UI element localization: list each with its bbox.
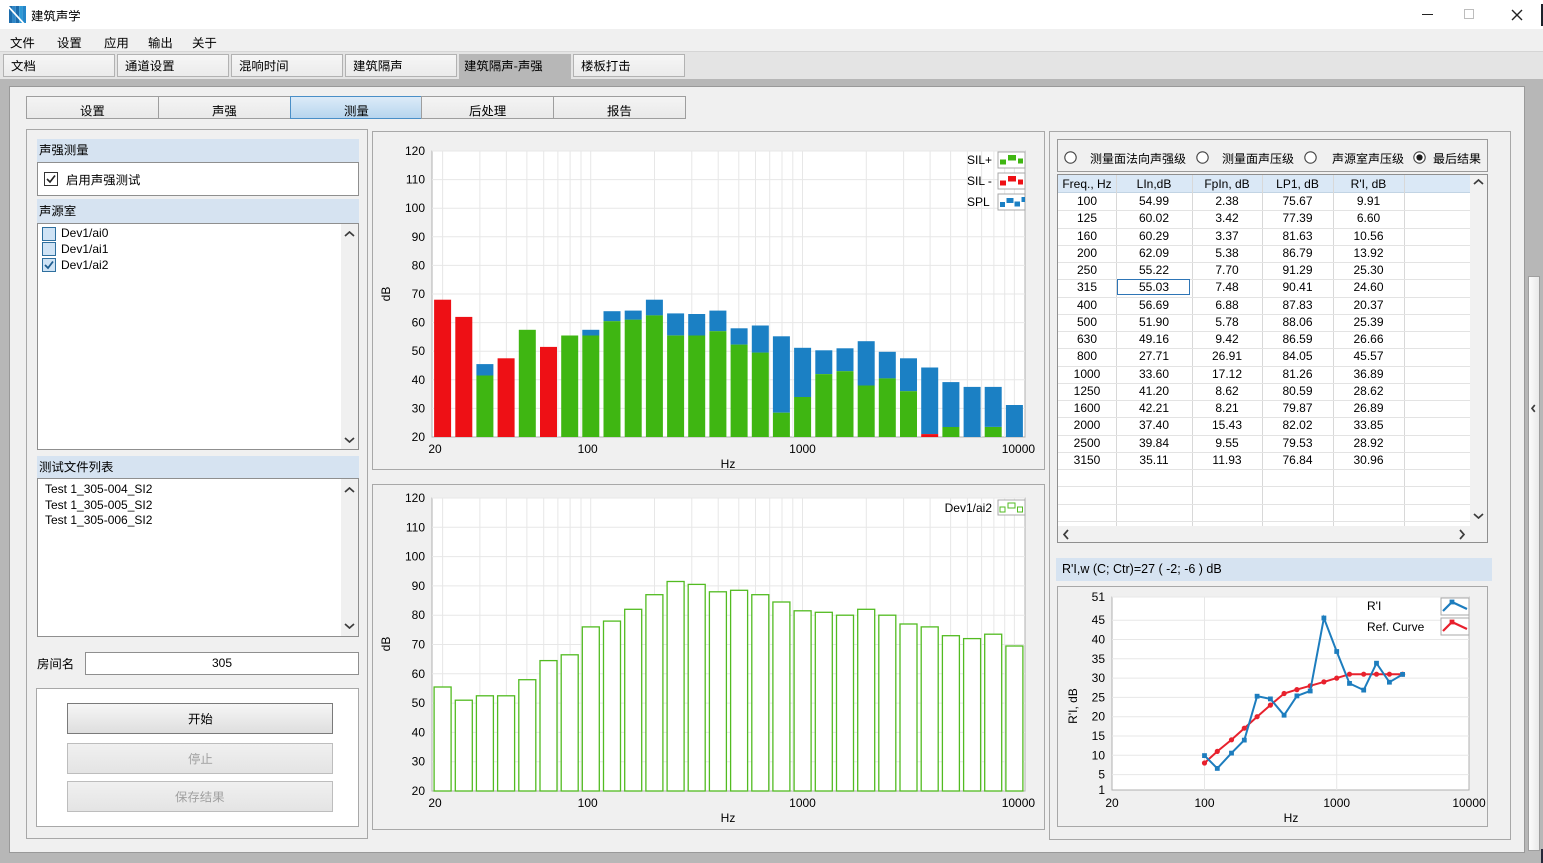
svg-text:1000: 1000 bbox=[789, 442, 816, 456]
svg-text:10000: 10000 bbox=[1452, 796, 1486, 810]
svg-text:20: 20 bbox=[1092, 710, 1106, 724]
svg-text:90: 90 bbox=[412, 579, 426, 593]
svg-text:120: 120 bbox=[405, 491, 425, 505]
svg-text:15: 15 bbox=[1092, 729, 1106, 743]
svg-text:80: 80 bbox=[412, 258, 426, 272]
svg-text:Hz: Hz bbox=[721, 811, 736, 825]
svg-text:100: 100 bbox=[578, 442, 598, 456]
svg-text:SPL: SPL bbox=[967, 195, 990, 209]
svg-text:dB: dB bbox=[379, 287, 393, 302]
svg-text:20: 20 bbox=[412, 430, 426, 444]
svg-text:51: 51 bbox=[1092, 590, 1106, 604]
svg-text:Ref. Curve: Ref. Curve bbox=[1367, 620, 1425, 634]
svg-text:50: 50 bbox=[412, 696, 426, 710]
svg-text:70: 70 bbox=[412, 638, 426, 652]
svg-text:25: 25 bbox=[1092, 690, 1106, 704]
svg-text:100: 100 bbox=[578, 796, 598, 810]
svg-text:110: 110 bbox=[406, 520, 425, 534]
svg-text:30: 30 bbox=[412, 755, 426, 769]
svg-text:10: 10 bbox=[1092, 748, 1106, 762]
svg-text:R'I, dB: R'I, dB bbox=[1066, 688, 1080, 724]
svg-text:40: 40 bbox=[1092, 633, 1106, 647]
svg-text:1000: 1000 bbox=[789, 796, 816, 810]
svg-text:40: 40 bbox=[412, 725, 426, 739]
svg-text:R'I: R'I bbox=[1367, 599, 1381, 613]
svg-text:SIL+: SIL+ bbox=[967, 153, 992, 167]
svg-text:80: 80 bbox=[412, 608, 426, 622]
svg-text:40: 40 bbox=[412, 373, 426, 387]
svg-text:10000: 10000 bbox=[1002, 442, 1036, 456]
svg-text:60: 60 bbox=[412, 316, 426, 330]
svg-text:100: 100 bbox=[1194, 796, 1214, 810]
svg-text:30: 30 bbox=[1092, 671, 1106, 685]
svg-text:10000: 10000 bbox=[1002, 796, 1036, 810]
svg-text:5: 5 bbox=[1098, 768, 1105, 782]
svg-text:120: 120 bbox=[405, 144, 425, 158]
svg-text:Hz: Hz bbox=[721, 457, 736, 470]
svg-text:20: 20 bbox=[1105, 796, 1119, 810]
svg-text:20: 20 bbox=[428, 442, 442, 456]
svg-text:60: 60 bbox=[412, 667, 426, 681]
svg-text:50: 50 bbox=[412, 344, 426, 358]
svg-text:20: 20 bbox=[412, 784, 426, 798]
svg-text:110: 110 bbox=[406, 173, 425, 187]
svg-text:20: 20 bbox=[428, 796, 442, 810]
svg-text:30: 30 bbox=[412, 401, 426, 415]
svg-text:1000: 1000 bbox=[1323, 796, 1350, 810]
svg-text:90: 90 bbox=[412, 230, 426, 244]
svg-text:dB: dB bbox=[379, 637, 393, 652]
svg-text:Dev1/ai2: Dev1/ai2 bbox=[945, 501, 993, 515]
svg-text:100: 100 bbox=[405, 201, 425, 215]
svg-text:100: 100 bbox=[405, 550, 425, 564]
svg-text:Hz: Hz bbox=[1284, 811, 1299, 825]
svg-text:45: 45 bbox=[1092, 613, 1106, 627]
svg-text:1: 1 bbox=[1098, 783, 1105, 797]
svg-text:70: 70 bbox=[412, 287, 426, 301]
svg-text:SIL -: SIL - bbox=[967, 174, 992, 188]
svg-text:35: 35 bbox=[1092, 652, 1106, 666]
